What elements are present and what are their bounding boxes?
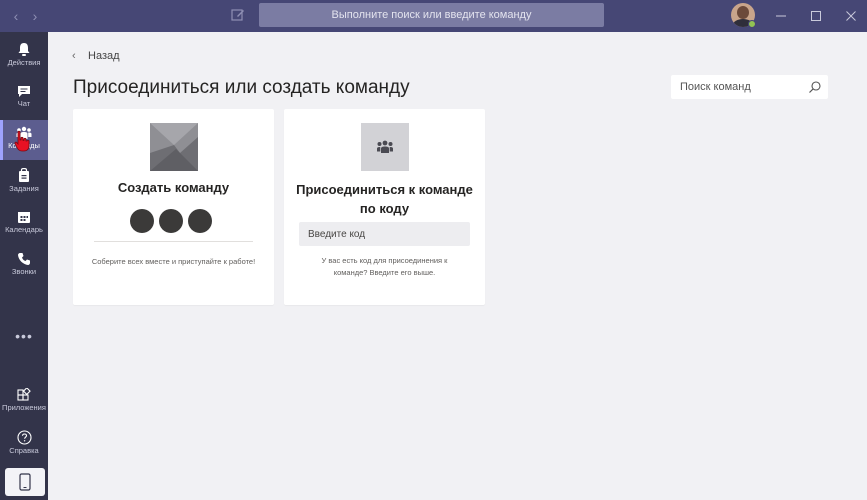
member-avatar bbox=[188, 209, 212, 233]
team-code-field[interactable] bbox=[299, 222, 470, 246]
phone-icon bbox=[18, 253, 30, 265]
command-search-box[interactable]: Выполните поиск или введите команду bbox=[259, 3, 604, 27]
teams-group-icon bbox=[377, 140, 393, 153]
chat-icon bbox=[18, 86, 30, 97]
page-title: Присоединиться или создать команду bbox=[73, 77, 410, 98]
bell-icon bbox=[18, 43, 30, 56]
rail-item-apps[interactable]: Приложения bbox=[0, 382, 48, 422]
join-team-card: Присоединиться к команде по коду У вас е… bbox=[284, 109, 485, 305]
rail-item-label: Действия bbox=[7, 58, 41, 67]
rail-item-label: Приложения bbox=[2, 403, 46, 412]
rail-item-label: Чат bbox=[17, 99, 31, 108]
title-bar: ‹ › Выполните поиск или введите команду bbox=[0, 0, 867, 32]
search-icon[interactable] bbox=[808, 80, 822, 94]
minimize-icon[interactable] bbox=[773, 8, 789, 24]
app-rail: Действия Чат Команды Задания Календарь З… bbox=[0, 32, 48, 500]
apps-icon bbox=[17, 388, 31, 401]
create-team-image bbox=[150, 123, 198, 171]
main-content: ‹ Назад Присоединиться или создать команд… bbox=[48, 32, 867, 500]
assignments-icon bbox=[19, 168, 29, 182]
calendar-icon bbox=[18, 212, 30, 223]
hand-cursor-icon bbox=[14, 130, 30, 152]
rail-item-label: Календарь bbox=[5, 225, 43, 234]
presence-status-icon bbox=[748, 20, 756, 28]
rail-item-assignments[interactable]: Задания bbox=[0, 162, 48, 202]
join-team-description: У вас есть код для присоединения к коман… bbox=[321, 256, 448, 277]
chevron-left-icon: ‹ bbox=[72, 50, 76, 62]
rail-item-label: Звонки bbox=[11, 267, 37, 276]
rail-item-label: Задания bbox=[9, 184, 39, 193]
join-team-image bbox=[361, 123, 409, 171]
rail-item-activity[interactable]: Действия bbox=[0, 36, 48, 76]
create-team-description: Соберите всех вместе и приступайте к раб… bbox=[91, 257, 256, 266]
team-code-input[interactable] bbox=[299, 222, 470, 246]
back-arrow-icon[interactable]: ‹ bbox=[8, 7, 24, 25]
rail-item-label: Справка bbox=[9, 446, 39, 455]
more-apps-icon[interactable]: ••• bbox=[0, 328, 48, 344]
back-label: Назад bbox=[88, 50, 120, 62]
team-search-box[interactable] bbox=[671, 75, 828, 99]
compose-icon[interactable] bbox=[230, 7, 246, 23]
team-search-input[interactable] bbox=[671, 75, 801, 99]
member-avatar bbox=[130, 209, 154, 233]
join-team-title: Присоединиться к команде по коду bbox=[296, 182, 473, 216]
rail-item-calendar[interactable]: Календарь bbox=[0, 204, 48, 244]
forward-arrow-icon[interactable]: › bbox=[27, 7, 43, 25]
back-link[interactable]: ‹ Назад bbox=[72, 49, 120, 63]
close-icon[interactable] bbox=[843, 8, 859, 24]
member-avatars bbox=[130, 209, 218, 233]
rail-item-calls[interactable]: Звонки bbox=[0, 246, 48, 286]
create-team-card[interactable]: Создать команду Соберите всех вместе и п… bbox=[73, 109, 274, 305]
create-team-title: Создать команду bbox=[117, 180, 230, 195]
rail-item-chat[interactable]: Чат bbox=[0, 78, 48, 118]
rail-item-help[interactable]: Справка bbox=[0, 424, 48, 464]
phone-device-icon bbox=[19, 473, 31, 491]
maximize-icon[interactable] bbox=[808, 8, 824, 24]
mobile-device-button[interactable] bbox=[5, 468, 45, 496]
help-icon bbox=[16, 430, 32, 445]
member-avatar bbox=[159, 209, 183, 233]
divider bbox=[94, 241, 253, 242]
